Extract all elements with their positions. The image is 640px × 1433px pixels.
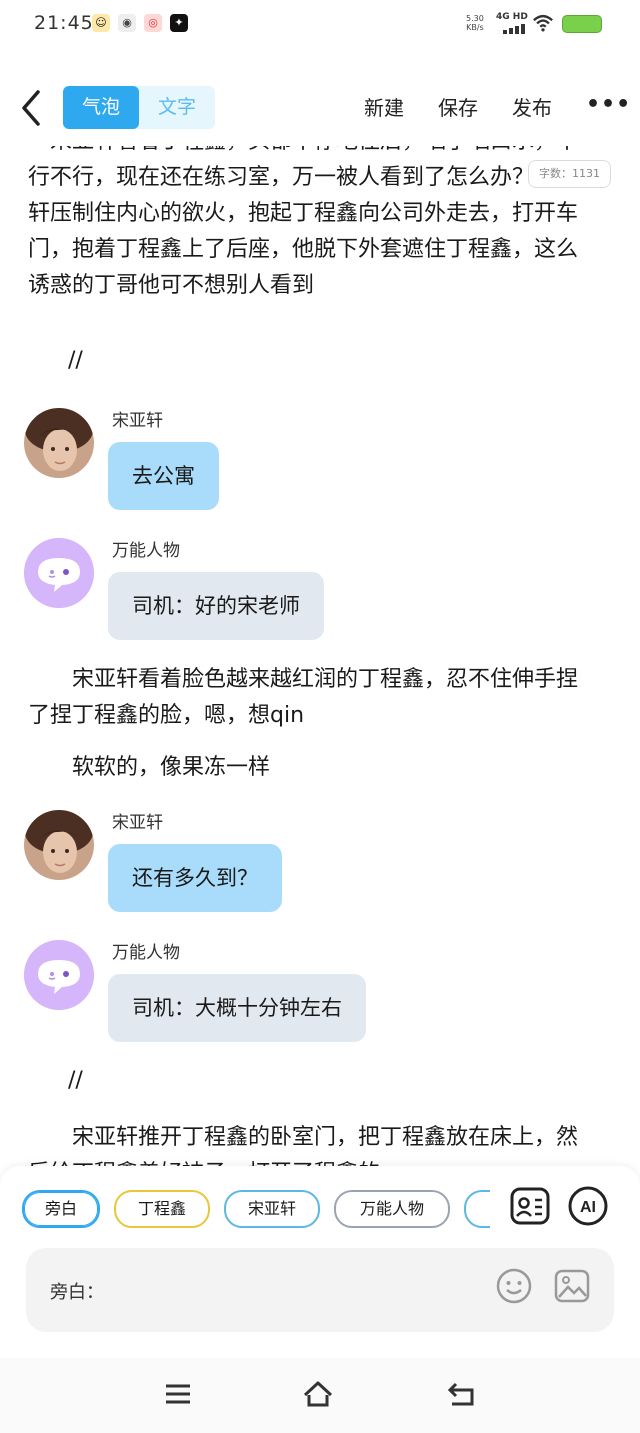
svg-text:AI: AI: [580, 1199, 596, 1216]
scene-separator: //: [68, 1068, 83, 1093]
back-icon[interactable]: [18, 88, 46, 128]
role-chip-narration[interactable]: 旁白: [22, 1190, 100, 1228]
chat-bubble[interactable]: 司机：大概十分钟左右: [108, 974, 366, 1042]
wechat-icon: ◉: [118, 14, 136, 32]
system-nav-bar: [0, 1358, 640, 1433]
avatar-song-yaxuan[interactable]: [24, 408, 94, 478]
wifi-icon: [533, 14, 553, 32]
mode-switch: 气泡 文字: [63, 86, 215, 129]
back-arrow-icon[interactable]: [446, 1378, 478, 1410]
input-label: 旁白：: [50, 1282, 104, 1303]
net-speed: 5.30 KB/s: [466, 14, 484, 32]
emoji-icon[interactable]: [496, 1268, 532, 1304]
story-paragraph[interactable]: 软软的，像果冻一样: [28, 750, 598, 786]
speaker-name: 宋亚轩: [112, 411, 163, 431]
role-chip-partial[interactable]: [464, 1190, 490, 1228]
speaker-name: 万能人物: [112, 943, 180, 963]
role-chip-universal-character[interactable]: 万能人物: [334, 1190, 450, 1228]
home-icon[interactable]: [302, 1378, 334, 1410]
status-time: 21:45: [34, 12, 94, 34]
chat-bubble[interactable]: 司机：好的宋老师: [108, 572, 324, 640]
weibo-icon: ◎: [144, 14, 162, 32]
chat-bubble[interactable]: 去公寓: [108, 442, 219, 510]
input-panel: 旁白 丁程鑫 宋亚轩 万能人物 AI 旁白：: [0, 1166, 640, 1358]
avatar-universal-character[interactable]: [24, 538, 94, 608]
save-button[interactable]: 保存: [438, 92, 478, 121]
role-chip-song-yaxuan[interactable]: 宋亚轩: [224, 1190, 320, 1228]
avatar-song-yaxuan[interactable]: [24, 810, 94, 880]
story-content[interactable]: 宋亚轩看着丁程鑫，头都不停地往后，咽了咽口水，不行不行，现在还在练习室，万一被人…: [0, 146, 640, 1166]
contact-card-icon[interactable]: [510, 1186, 550, 1226]
menu-icon[interactable]: [162, 1378, 194, 1410]
image-icon[interactable]: [554, 1268, 590, 1304]
narration-input[interactable]: 旁白：: [26, 1248, 614, 1332]
story-paragraph[interactable]: 宋亚轩看着脸色越来越红润的丁程鑫，忍不住伸手捏了捏丁程鑫的脸，嗯，想qin: [28, 662, 598, 734]
status-bar: 21:45 ☺ ◉ ◎ ✦ 5.30 KB/s 4G HD: [0, 0, 640, 50]
editor-toolbar: 气泡 文字 新建 保存 发布 •••: [0, 72, 640, 142]
role-chip-ding-chengxin[interactable]: 丁程鑫: [114, 1190, 210, 1228]
role-chip-list[interactable]: 旁白 丁程鑫 宋亚轩 万能人物: [20, 1188, 490, 1232]
chat-bubble[interactable]: 还有多久到？: [108, 844, 282, 912]
avatar-universal-character[interactable]: [24, 940, 94, 1010]
story-paragraph[interactable]: 宋亚轩看着丁程鑫，头都不停地往后，咽了咽口水，不行不行，现在还在练习室，万一被人…: [28, 146, 598, 304]
new-button[interactable]: 新建: [364, 92, 404, 121]
tab-text[interactable]: 文字: [139, 86, 215, 129]
word-count-badge: 字数：1131: [528, 160, 611, 188]
ai-icon[interactable]: AI: [568, 1186, 608, 1226]
battery-icon: [562, 15, 602, 33]
speaker-name: 宋亚轩: [112, 813, 163, 833]
speaker-name: 万能人物: [112, 541, 180, 561]
publish-button[interactable]: 发布: [512, 92, 552, 121]
story-paragraph[interactable]: 宋亚轩推开丁程鑫的卧室门，把丁程鑫放在床上，然后给丁程鑫盖好被子，打开了程鑫的: [28, 1120, 598, 1166]
scene-separator: //: [68, 348, 83, 373]
sparkle-app-icon: ✦: [170, 14, 188, 32]
signal-icon: [503, 24, 525, 34]
network-type: 4G HD: [496, 12, 528, 22]
more-menu-icon[interactable]: •••: [586, 92, 631, 117]
tab-bubble[interactable]: 气泡: [63, 86, 139, 129]
baby-face-icon: ☺: [92, 14, 110, 32]
